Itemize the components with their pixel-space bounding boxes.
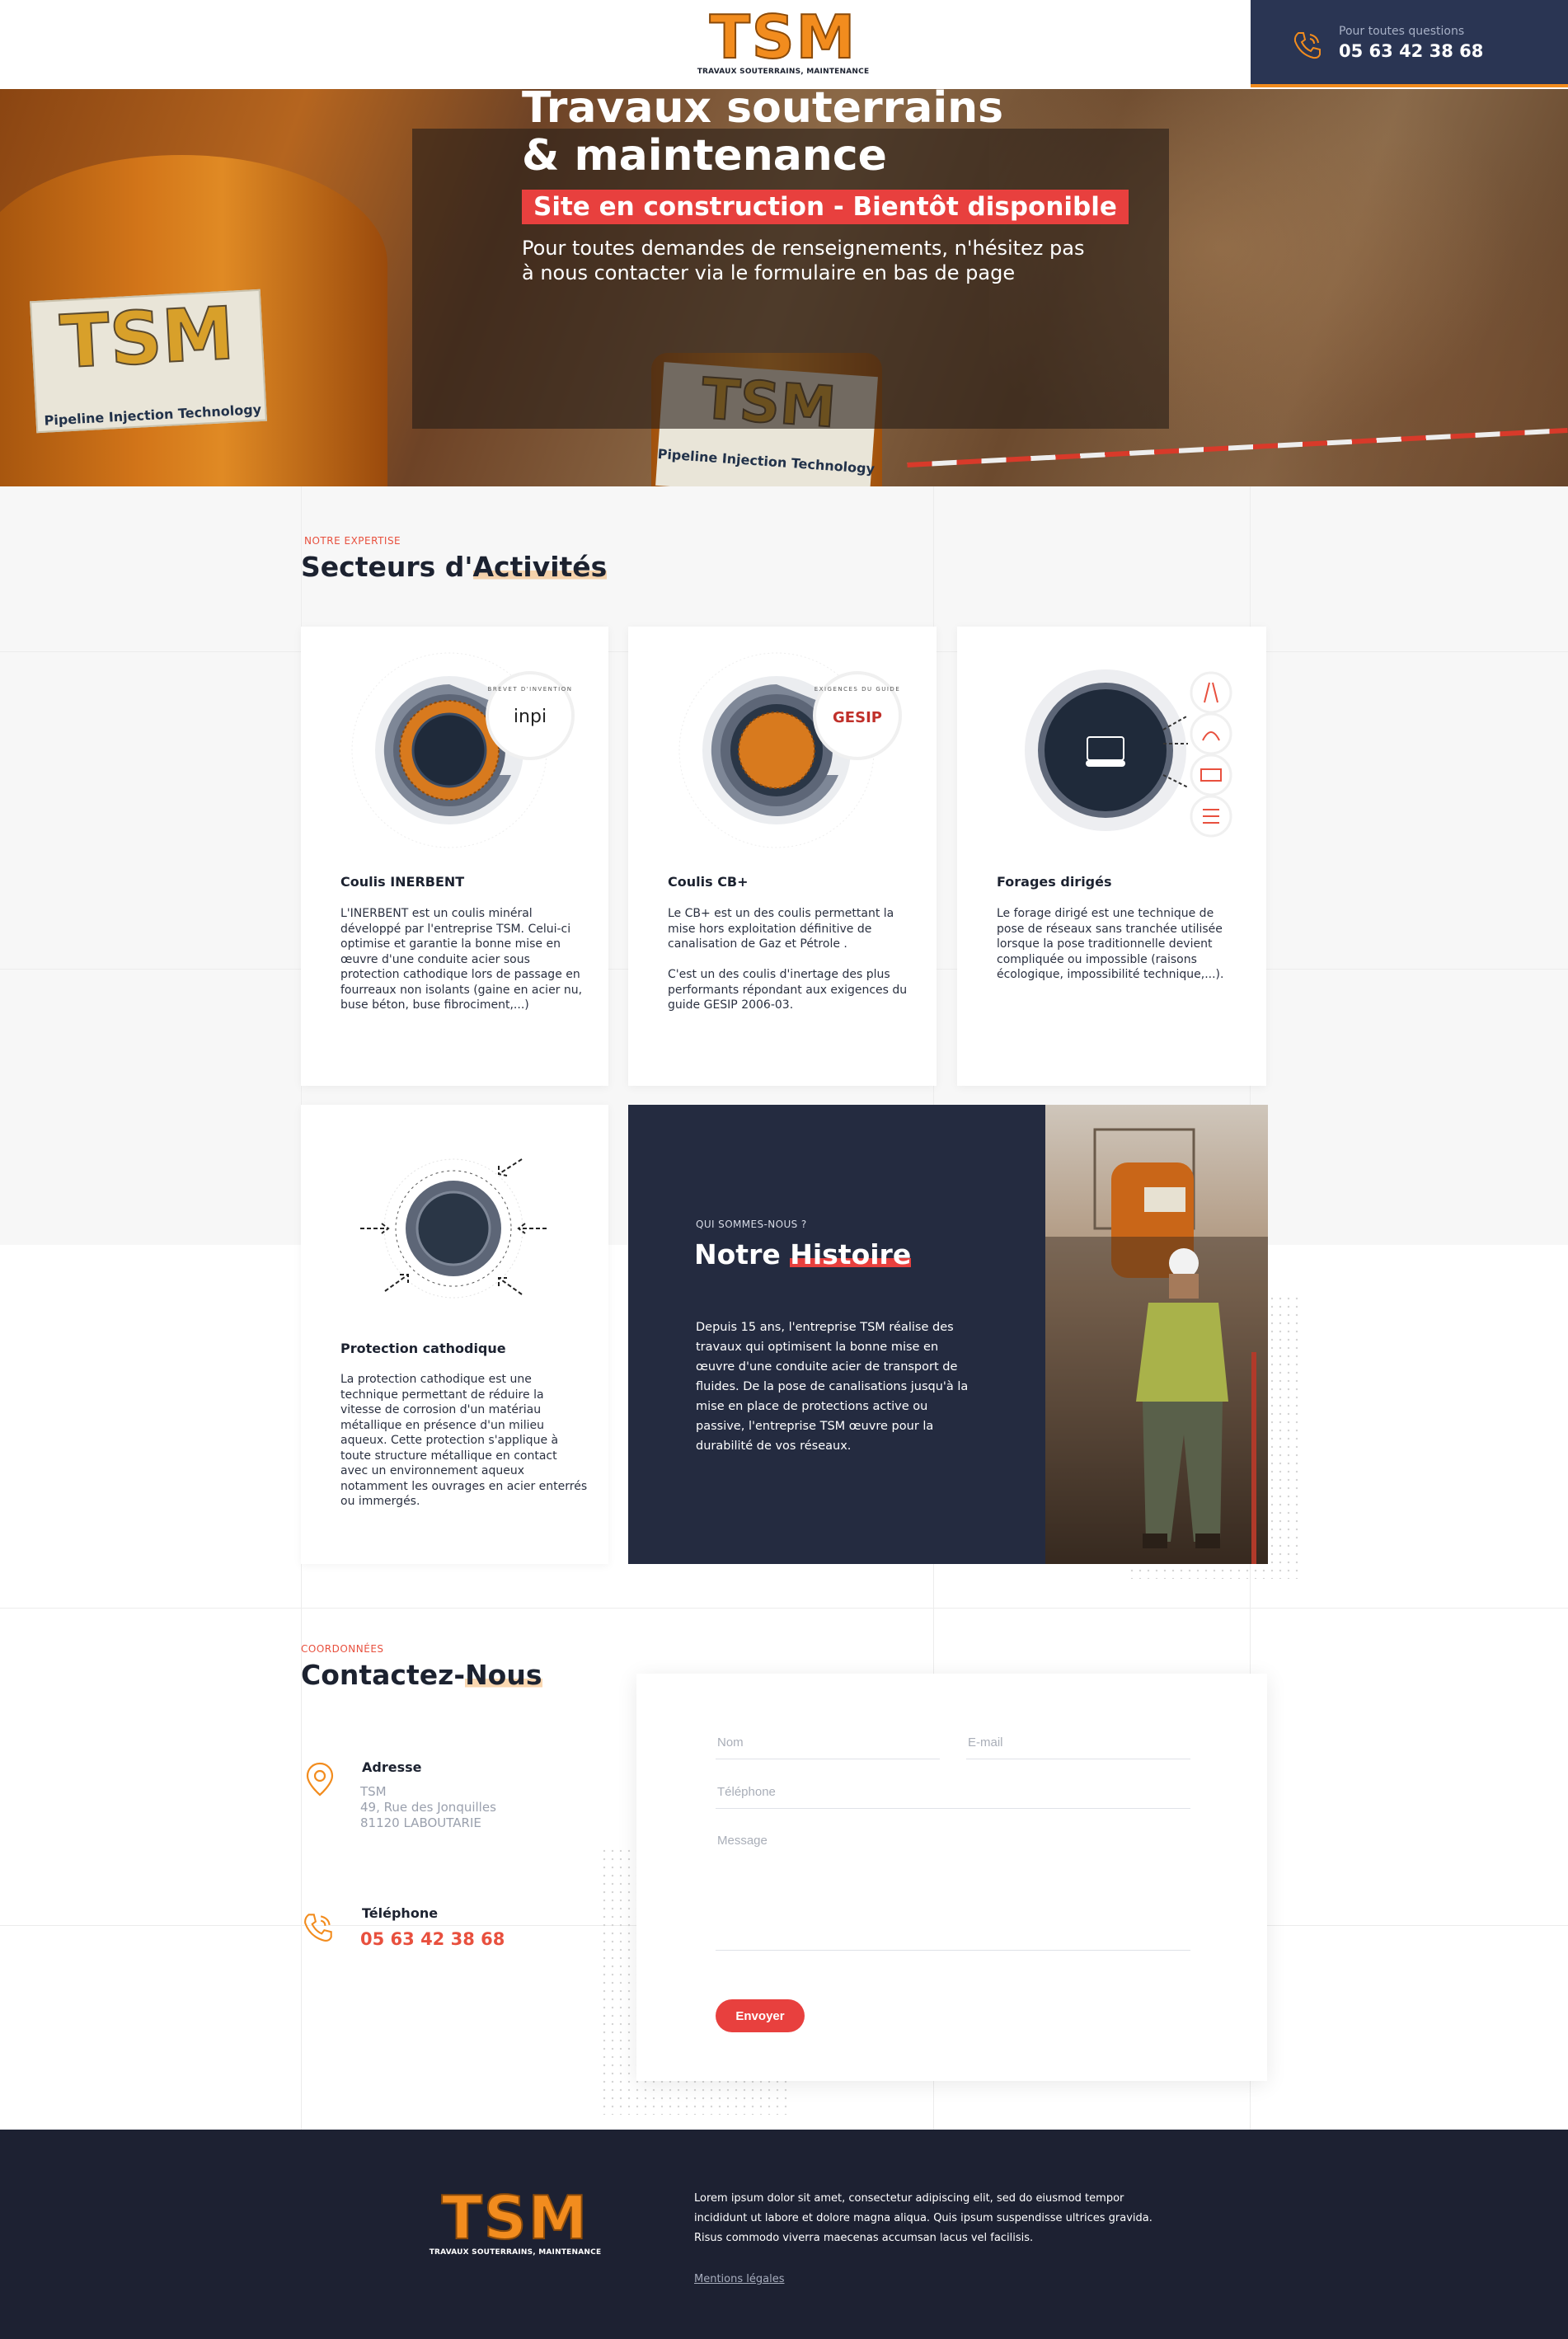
history-eyebrow: QUI SOMMES-NOUS ?	[696, 1219, 807, 1230]
tank-logo-text: TSM	[57, 290, 237, 386]
grid-line	[0, 1608, 1568, 1609]
tank2-logo-subtitle: Pipeline Injection Technology	[657, 445, 876, 477]
card-text: La protection cathodique est une techniq…	[340, 1373, 588, 1508]
card-title: Coulis INERBENT	[340, 874, 465, 890]
site-logo[interactable]: TSM TRAVAUX SOUTERRAINS, MAINTENANCE	[692, 2, 874, 82]
card-text: Le CB+ est un des coulis permettant la m…	[668, 907, 908, 1012]
activities-title-highlight: Activités	[472, 551, 608, 583]
phone-icon	[304, 1914, 332, 1942]
site-footer: TSM TRAVAUX SOUTERRAINS, MAINTENANCE Lor…	[0, 2130, 1568, 2339]
gesip-badge-text: GESIP	[833, 709, 882, 726]
contact-title-part1: Contactez-	[301, 1659, 466, 1691]
construction-badge: Site en construction - Bientôt disponibl…	[522, 190, 1129, 224]
card-title: Forages dirigés	[997, 874, 1112, 890]
address-text: TSM 49, Rue des Jonquilles 81120 LABOUTA…	[360, 1784, 496, 1830]
activity-card-protection[interactable]: Protection cathodique La protection cath…	[301, 1105, 608, 1564]
site-header: TSM TRAVAUX SOUTERRAINS, MAINTENANCE Pou…	[0, 0, 1568, 89]
logo-mark: TSM	[709, 2, 857, 72]
contact-title: Contactez-Nous	[301, 1659, 542, 1691]
phone-input[interactable]	[716, 1776, 1190, 1809]
name-input[interactable]	[716, 1726, 940, 1759]
hero-description: Pour toutes demandes de renseignements, …	[522, 237, 1085, 284]
worker-photo-illustration	[1045, 1105, 1268, 1564]
footer-logo-subtitle: TRAVAUX SOUTERRAINS, MAINTENANCE	[429, 2248, 602, 2257]
forages-illustration	[1025, 669, 1232, 838]
card-title: Coulis CB+	[668, 874, 749, 890]
footer-logo-mark: TSM	[441, 2183, 589, 2252]
activities-title-part1: Secteurs d'	[301, 551, 473, 583]
history-panel: QUI SOMMES-NOUS ? Notre Histoire Depuis …	[628, 1105, 1045, 1564]
location-pin-icon	[306, 1762, 334, 1797]
header-phone-number[interactable]: 05 63 42 38 68	[1339, 41, 1483, 61]
inpi-badge-ring: BREVET D'INVENTION	[488, 686, 573, 693]
history-worker-photo	[1045, 1105, 1268, 1564]
logo-subtitle: TRAVAUX SOUTERRAINS, MAINTENANCE	[697, 68, 870, 76]
address-title: Adresse	[362, 1759, 422, 1775]
phone-title: Téléphone	[362, 1905, 439, 1921]
hero-title-line1: Travaux souterrains	[522, 83, 1004, 133]
footer-description: Lorem ipsum dolor sit amet, consectetur …	[694, 2192, 1153, 2244]
inpi-badge-text: inpi	[514, 707, 547, 727]
card-text: L'INERBENT est un coulis minéral dévelop…	[340, 907, 583, 1012]
history-title-highlight: Histoire	[790, 1238, 912, 1270]
contact-eyebrow: COORDONNÉES	[301, 1643, 384, 1655]
contact-phone-number[interactable]: 05 63 42 38 68	[360, 1929, 505, 1949]
inerbent-pipe-illustration: inpi BREVET D'INVENTION	[351, 652, 575, 848]
message-textarea[interactable]	[716, 1829, 1190, 1951]
legal-link[interactable]: Mentions légales	[694, 2273, 784, 2285]
card-text: Le forage dirigé est une technique de po…	[997, 907, 1224, 981]
protection-illustration	[360, 1158, 547, 1299]
hero-tank-label: TSM Pipeline Injection Technology	[30, 289, 267, 434]
activities-eyebrow: NOTRE EXPERTISE	[304, 535, 401, 547]
email-input[interactable]	[966, 1726, 1190, 1759]
card-title: Protection cathodique	[340, 1341, 506, 1356]
cb-plus-pipe-illustration: GESIP EXIGENCES DU GUIDE	[678, 652, 902, 848]
hero-title-line2: & maintenance	[522, 131, 887, 181]
activity-card-cb-plus[interactable]: GESIP EXIGENCES DU GUIDE Coulis CB+ Le C…	[628, 627, 937, 1086]
header-phone-box[interactable]: Pour toutes questions 05 63 42 38 68	[1251, 0, 1568, 87]
history-text: Depuis 15 ans, l'entreprise TSM réalise …	[696, 1321, 969, 1453]
gesip-badge-ring: EXIGENCES DU GUIDE	[815, 686, 901, 693]
phone-label: Pour toutes questions	[1339, 25, 1465, 38]
activity-card-forages[interactable]: Forages dirigés Le forage dirigé est une…	[957, 627, 1266, 1086]
contact-title-highlight: Nous	[465, 1659, 542, 1691]
phone-icon	[1293, 32, 1321, 59]
history-title: Notre Histoire	[694, 1238, 912, 1270]
hero-title: Travaux souterrains & maintenance	[522, 84, 1099, 180]
history-title-part1: Notre	[694, 1238, 791, 1270]
footer-logo[interactable]: TSM TRAVAUX SOUTERRAINS, MAINTENANCE	[420, 2183, 610, 2257]
contact-form: Envoyer	[636, 1674, 1267, 2081]
activities-title: Secteurs d'Activités	[301, 551, 608, 583]
activity-card-inerbent[interactable]: inpi BREVET D'INVENTION Coulis INERBENT …	[301, 627, 608, 1086]
send-button[interactable]: Envoyer	[716, 1999, 805, 2032]
